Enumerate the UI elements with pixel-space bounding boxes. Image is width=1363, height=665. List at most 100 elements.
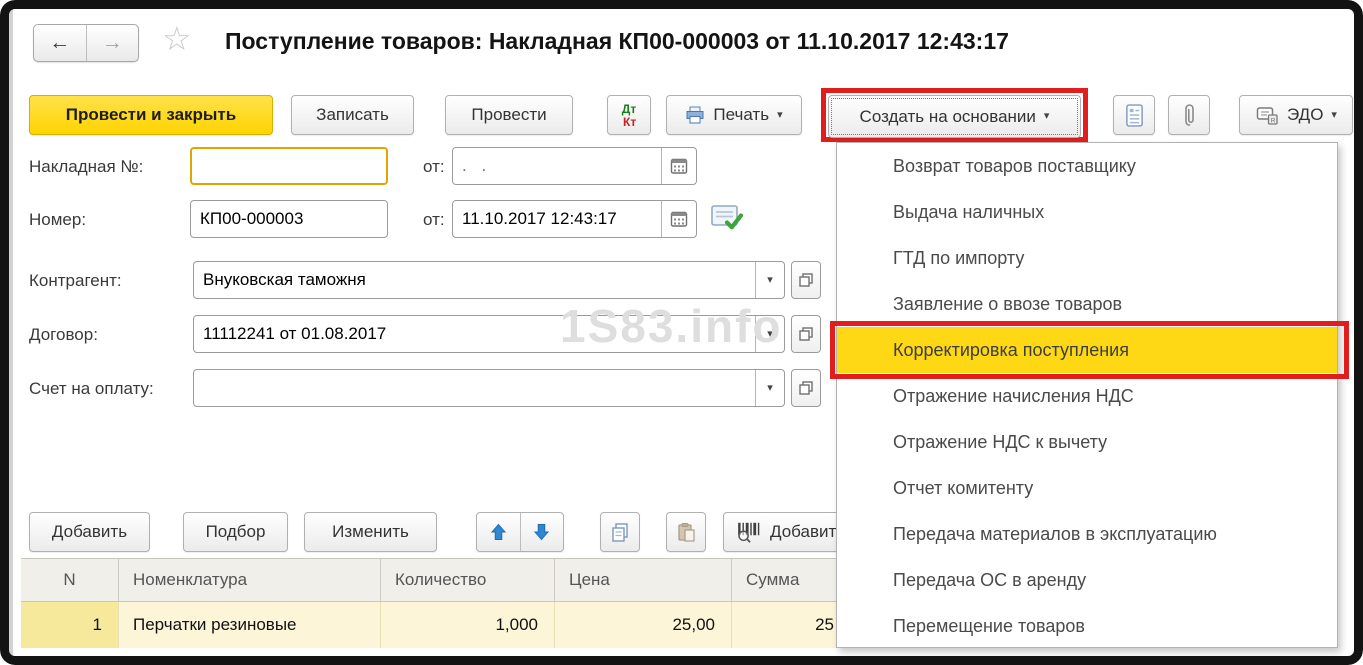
attachments-button[interactable] — [1168, 95, 1210, 135]
cell-nomenclature[interactable]: Перчатки резиновые — [119, 602, 381, 648]
number-input[interactable]: КП00-000003 — [190, 200, 388, 238]
menu-item-goods-transfer[interactable]: Перемещение товаров — [837, 603, 1337, 649]
write-label: Записать — [316, 105, 389, 125]
invoice-number-input[interactable] — [190, 147, 388, 185]
document-check-icon — [710, 204, 744, 237]
invoice-date-calendar-button[interactable] — [661, 148, 696, 184]
calendar-icon — [670, 210, 688, 228]
post-button[interactable]: Провести — [445, 95, 573, 135]
column-header-n[interactable]: N — [21, 559, 119, 601]
print-label: Печать — [713, 105, 769, 125]
pick-items-button[interactable]: Подбор — [183, 512, 288, 552]
column-header-quantity[interactable]: Количество — [381, 559, 555, 601]
report-document-icon — [1125, 104, 1144, 127]
number-label: Номер: — [29, 210, 86, 230]
site-watermark: 1S83.info — [560, 299, 783, 353]
cell-row-number[interactable]: 1 — [21, 602, 119, 648]
edit-row-label: Изменить — [332, 522, 409, 542]
column-header-nomenclature[interactable]: Номенклатура — [119, 559, 381, 601]
contract-label: Договор: — [29, 325, 98, 345]
cell-price[interactable]: 25,00 — [555, 602, 732, 648]
write-button[interactable]: Записать — [291, 95, 414, 135]
add-by-barcode-label: Добавит — [770, 522, 836, 542]
edo-stamp-icon: R — [1255, 104, 1279, 126]
column-header-price[interactable]: Цена — [555, 559, 732, 601]
print-icon — [685, 106, 705, 124]
menu-item-vat-accrual-reflection[interactable]: Отражение начисления НДС — [837, 373, 1337, 419]
menu-item-materials-to-operation[interactable]: Передача материалов в эксплуатацию — [837, 511, 1337, 557]
column-header-sum[interactable]: Сумма — [732, 559, 838, 601]
invoice-date-input[interactable]: . . — [452, 147, 697, 185]
menu-item-receipt-correction[interactable]: Корректировка поступления — [837, 327, 1337, 373]
cell-quantity[interactable]: 1,000 — [381, 602, 555, 648]
back-button[interactable]: ← — [34, 25, 87, 61]
contract-open-button[interactable] — [791, 315, 821, 353]
cell-sum[interactable]: 25 — [732, 602, 838, 648]
barcode-icon — [736, 521, 762, 543]
dt-kt-icon: ДтКт — [622, 103, 636, 128]
date-from-label: от: — [423, 210, 445, 230]
date-input[interactable]: 11.10.2017 12:43:17 — [452, 200, 697, 238]
calendar-icon — [670, 157, 688, 175]
payment-invoice-open-button[interactable] — [791, 369, 821, 407]
move-row-up-button[interactable] — [477, 513, 521, 551]
counterparty-open-button[interactable] — [791, 261, 821, 299]
print-button[interactable]: Печать ▾ — [666, 95, 802, 135]
edit-row-button[interactable]: Изменить — [304, 512, 437, 552]
menu-item-goods-import-application[interactable]: Заявление о ввозе товаров — [837, 281, 1337, 327]
edo-label: ЭДО — [1287, 105, 1323, 125]
open-in-form-icon — [798, 272, 814, 288]
add-row-label: Добавить — [52, 522, 127, 542]
nav-history-buttons: ← → — [33, 24, 139, 62]
print-caret-icon: ▾ — [777, 110, 783, 121]
copy-icon — [610, 522, 630, 542]
receipt-document-window: ← → ☆ Поступление товаров: Накладная КП0… — [0, 0, 1363, 665]
date-calendar-button[interactable] — [661, 201, 696, 237]
invoice-date-from-label: от: — [423, 157, 445, 177]
related-documents-button[interactable] — [1113, 95, 1155, 135]
table-row[interactable]: 1 Перчатки резиновые 1,000 25,00 25 — [21, 602, 838, 648]
payment-invoice-combobox[interactable]: ▾ — [193, 369, 785, 407]
window-left-edge — [9, 9, 13, 656]
add-row-button[interactable]: Добавить — [29, 512, 150, 552]
dt-kt-postings-button[interactable]: ДтКт — [607, 95, 651, 135]
move-row-down-button[interactable] — [521, 513, 564, 551]
menu-item-receipt-correction-label: Корректировка поступления — [893, 340, 1129, 361]
payment-invoice-label: Счет на оплату: — [29, 379, 154, 399]
counterparty-combobox[interactable]: Внуковская таможня ▾ — [193, 261, 785, 299]
paperclip-icon — [1183, 103, 1196, 127]
copy-row-button[interactable] — [600, 512, 640, 552]
svg-text:R: R — [1271, 117, 1276, 124]
payment-invoice-dropdown-button[interactable]: ▾ — [755, 370, 784, 406]
menu-item-return-to-supplier[interactable]: Возврат товаров поставщику — [837, 143, 1337, 189]
create-based-on-label: Создать на основании — [860, 107, 1036, 127]
items-table-header: N Номенклатура Количество Цена Сумма — [21, 558, 838, 602]
chevron-down-icon: ▾ — [767, 275, 773, 286]
post-and-close-button[interactable]: Провести и закрыть — [29, 95, 273, 135]
create-based-on-menu: Возврат товаров поставщику Выдача наличн… — [836, 142, 1338, 648]
arrow-down-icon — [534, 523, 549, 541]
forward-arrow-icon: → — [102, 31, 123, 55]
pick-items-label: Подбор — [206, 522, 266, 542]
menu-item-cash-issue[interactable]: Выдача наличных — [837, 189, 1337, 235]
forward-button[interactable]: → — [87, 25, 139, 61]
post-and-close-label: Провести и закрыть — [66, 105, 236, 125]
favorite-star-icon[interactable]: ☆ — [162, 22, 192, 55]
menu-item-consignor-report[interactable]: Отчет комитенту — [837, 465, 1337, 511]
post-label: Провести — [471, 105, 546, 125]
paste-row-button[interactable] — [666, 512, 706, 552]
menu-item-vat-deduction-reflection[interactable]: Отражение НДС к вычету — [837, 419, 1337, 465]
arrow-up-icon — [491, 523, 506, 541]
menu-item-import-customs-declaration[interactable]: ГТД по импорту — [837, 235, 1337, 281]
counterparty-dropdown-button[interactable]: ▾ — [755, 262, 784, 298]
edo-button[interactable]: R ЭДО ▾ — [1239, 95, 1353, 135]
back-arrow-icon: ← — [49, 31, 70, 55]
create-based-on-button[interactable]: Создать на основании ▾ — [828, 95, 1081, 138]
menu-item-fixed-assets-to-rent[interactable]: Передача ОС в аренду — [837, 557, 1337, 603]
edo-caret-icon: ▾ — [1331, 110, 1337, 121]
open-in-form-icon — [798, 326, 814, 342]
create-based-on-caret-icon: ▾ — [1044, 111, 1050, 122]
invoice-number-label: Накладная №: — [29, 157, 143, 177]
chevron-down-icon: ▾ — [767, 383, 773, 394]
create-based-on-highlight-box: Создать на основании ▾ — [821, 88, 1088, 142]
